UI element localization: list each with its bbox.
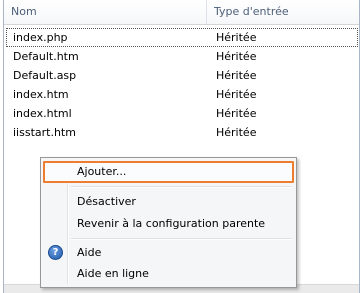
row-name: iisstart.htm — [13, 126, 76, 139]
table-row[interactable]: Default.asp Héritée — [4, 66, 359, 85]
menu-item-label: Aide en ligne — [77, 267, 149, 280]
row-name: index.php — [13, 31, 68, 44]
row-entry-type: Héritée — [216, 126, 257, 139]
menu-item-label: Revenir à la configuration parente — [77, 217, 266, 230]
row-name: index.html — [13, 107, 72, 120]
row-entry-type: Héritée — [216, 31, 257, 44]
menu-item-label: Aide — [77, 246, 102, 259]
table-row[interactable]: index.php Héritée — [6, 28, 358, 47]
row-entry-type: Héritée — [216, 107, 257, 120]
menu-item-revert-parent-config[interactable]: Revenir à la configuration parente — [43, 213, 294, 235]
menu-item-disable[interactable]: Désactiver — [43, 191, 294, 213]
help-icon: ? — [48, 245, 63, 260]
table-row[interactable]: Default.htm Héritée — [4, 47, 359, 66]
menu-separator — [71, 238, 292, 240]
row-name: Default.asp — [13, 69, 77, 82]
list-rows: index.php Héritée Default.htm Héritée De… — [4, 28, 359, 142]
table-row[interactable]: index.htm Héritée — [4, 85, 359, 104]
menu-item-label: Ajouter... — [77, 165, 127, 178]
row-entry-type: Héritée — [216, 69, 257, 82]
menu-item-help[interactable]: ? Aide — [43, 242, 294, 264]
list-header: Nom Type d'entrée — [4, 0, 359, 25]
row-name: Default.htm — [13, 50, 79, 63]
menu-item-online-help[interactable]: Aide en ligne — [43, 263, 294, 285]
context-menu: Ajouter... Désactiver Revenir à la confi… — [40, 157, 297, 288]
table-row[interactable]: iisstart.htm Héritée — [4, 123, 359, 142]
table-row[interactable]: index.html Héritée — [4, 104, 359, 123]
column-header-name[interactable]: Nom — [4, 0, 207, 24]
row-entry-type: Héritée — [216, 88, 257, 101]
menu-separator — [71, 186, 292, 188]
column-header-entry-type[interactable]: Type d'entrée — [207, 0, 359, 24]
menu-item-add[interactable]: Ajouter... — [43, 161, 294, 183]
menu-item-label: Désactiver — [77, 195, 136, 208]
row-entry-type: Héritée — [216, 50, 257, 63]
row-name: index.htm — [13, 88, 69, 101]
